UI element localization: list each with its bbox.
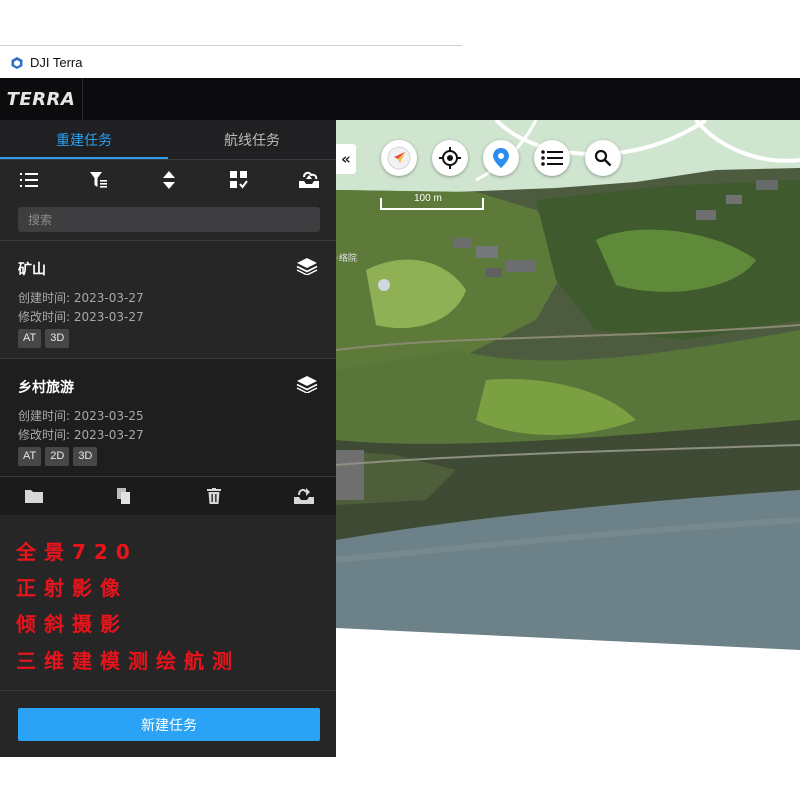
map-view[interactable]: « 100 m ·络院 — [336, 120, 800, 650]
task-tabs: 重建任务 航线任务 — [0, 120, 336, 160]
promo-text-panorama: 全景720 — [16, 540, 138, 564]
locate-button[interactable] — [432, 140, 468, 176]
task-toolbar — [0, 160, 336, 200]
task-modified-time: 修改时间: 2023-03-27 — [18, 428, 144, 442]
tag-3d: 3D — [73, 447, 98, 466]
task-tags: AT 2D 3D — [18, 447, 98, 466]
search-icon — [594, 149, 612, 167]
terra-logo: TERRA — [0, 78, 83, 120]
pin-button[interactable] — [483, 140, 519, 176]
export-icon — [294, 488, 314, 504]
task-card-rural-tourism[interactable]: 乡村旅游 创建时间: 2023-03-25 修改时间: 2023-03-27 A… — [0, 358, 336, 477]
promo-text-oblique: 倾斜摄影 — [16, 612, 128, 636]
task-created-time: 创建时间: 2023-03-25 — [18, 409, 144, 423]
sort-button[interactable] — [157, 168, 181, 192]
layers-list-icon — [541, 150, 563, 166]
locate-icon — [439, 147, 461, 169]
filter-button[interactable] — [87, 168, 111, 192]
sort-icon — [163, 171, 175, 189]
delete-button[interactable] — [203, 485, 225, 507]
collapse-sidebar-button[interactable]: « — [336, 144, 356, 174]
tab-flight-route[interactable]: 航线任务 — [168, 120, 336, 160]
task-created-time: 创建时间: 2023-03-27 — [18, 291, 144, 305]
copy-button[interactable] — [113, 485, 135, 507]
map-place-label: ·络院 — [336, 254, 357, 264]
import-button[interactable] — [297, 168, 321, 192]
task-sidebar: 重建任务 航线任务 搜索 矿山 创建时间: 2023-03-27 修改时间: 2… — [0, 120, 336, 757]
app-header: TERRA — [0, 78, 800, 120]
layers-icon[interactable] — [296, 375, 318, 393]
footer-divider — [0, 690, 336, 691]
import-icon — [299, 171, 319, 188]
compass-icon — [387, 146, 411, 170]
task-action-bar — [0, 476, 336, 515]
map-search-button[interactable] — [585, 140, 621, 176]
new-task-button[interactable]: 新建任务 — [18, 708, 320, 741]
task-name: 乡村旅游 — [18, 380, 74, 396]
copy-icon — [117, 488, 130, 504]
layers-icon[interactable] — [296, 257, 318, 275]
dji-terra-app-icon — [11, 56, 23, 69]
tag-at: AT — [18, 329, 42, 348]
list-order-button[interactable] — [17, 168, 41, 192]
promo-text-orthophoto: 正射影像 — [16, 576, 128, 600]
list-order-icon — [20, 173, 38, 187]
pin-icon — [493, 148, 509, 168]
filter-icon — [90, 172, 107, 188]
select-all-icon — [230, 171, 248, 189]
os-title-bar: DJI Terra — [0, 45, 462, 79]
promo-text-3d-modeling: 三维建模测绘航测 — [16, 649, 240, 673]
export-button[interactable] — [293, 485, 315, 507]
scale-label: 100 m — [414, 193, 442, 204]
folder-icon — [25, 490, 43, 503]
open-folder-button[interactable] — [23, 485, 45, 507]
tag-3d: 3D — [45, 329, 70, 348]
tab-reconstruction[interactable]: 重建任务 — [0, 120, 168, 160]
select-all-button[interactable] — [227, 168, 251, 192]
task-modified-time: 修改时间: 2023-03-27 — [18, 310, 144, 324]
tag-at: AT — [18, 447, 42, 466]
task-search-input[interactable] — [18, 207, 320, 232]
task-tags: AT 3D — [18, 329, 70, 348]
tag-2d: 2D — [45, 447, 70, 466]
compass-button[interactable] — [381, 140, 417, 176]
window-title: DJI Terra — [30, 55, 83, 70]
task-name: 矿山 — [18, 262, 46, 278]
task-card-mine[interactable]: 矿山 创建时间: 2023-03-27 修改时间: 2023-03-27 AT … — [0, 240, 336, 359]
layer-list-button[interactable] — [534, 140, 570, 176]
trash-icon — [207, 488, 221, 504]
